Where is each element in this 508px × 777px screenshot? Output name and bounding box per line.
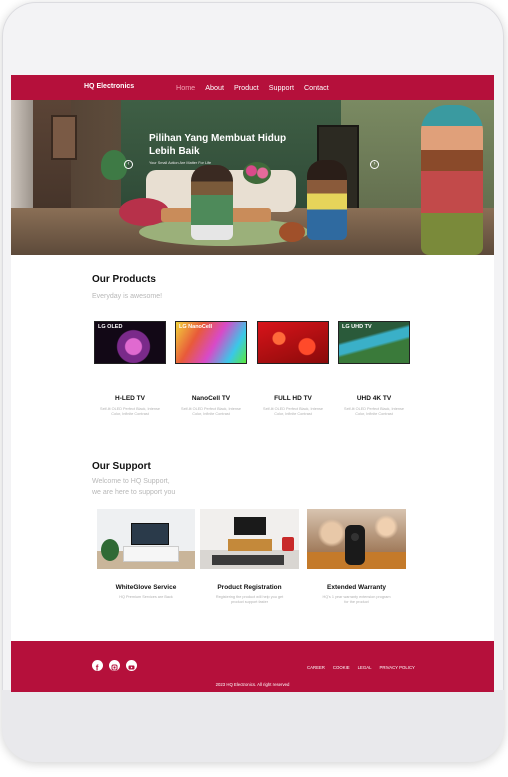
rug-decor — [212, 555, 284, 565]
support-name: Product Registration — [217, 584, 282, 591]
footer-link-career[interactable]: CAREER — [307, 665, 325, 670]
youtube-icon[interactable] — [126, 660, 137, 671]
product-name: FULL HD TV — [274, 395, 312, 402]
tv-brand-label: LG OLED — [98, 324, 123, 330]
tv-on-stand — [131, 523, 169, 545]
chevron-left-icon[interactable]: ‹ — [124, 160, 133, 169]
support-subtitle-line1: Welcome to HQ Support, — [92, 478, 170, 485]
tablet-frame-bottom — [2, 690, 504, 762]
product-description: Self-lit OLED Perfect Black, Intense Col… — [181, 407, 241, 416]
support-name: Extended Warranty — [327, 584, 386, 591]
facebook-icon[interactable]: f — [92, 660, 103, 673]
whiteglove-image — [97, 509, 195, 569]
hero-dog — [279, 222, 305, 242]
support-title: Our Support — [92, 461, 151, 472]
product-description: Self-lit OLED Perfect Black, Intense Col… — [100, 407, 160, 416]
product-description: Self-lit OLED Perfect Black, Intense Col… — [344, 407, 404, 416]
product-card-nanocell[interactable]: LG NanoCell NanoCell TV Self-lit OLED Pe… — [173, 321, 249, 417]
product-card-hled[interactable]: LG OLED H-LED TV Self-lit OLED Perfect B… — [92, 321, 168, 417]
footer-links: CAREER COOKIE LEGAL PRIVACY POLICY — [307, 665, 415, 670]
tv-brand-label: LG NanoCell — [179, 324, 213, 330]
support-description: HQ Premium Services are Back — [119, 595, 173, 599]
hero-window — [51, 115, 77, 160]
remote-button — [351, 533, 359, 541]
nav-link-home[interactable]: Home — [176, 83, 195, 92]
support-name: WhiteGlove Service — [115, 584, 177, 591]
hero-character-boy — [307, 160, 347, 240]
nav-link-product[interactable]: Product — [234, 83, 259, 92]
products-subtitle: Everyday is awesome! — [92, 293, 163, 300]
tv-fullhd-image — [257, 321, 329, 364]
plant-decor — [101, 539, 119, 561]
hero-character-girl — [191, 165, 233, 240]
nav-link-about[interactable]: About — [205, 83, 224, 92]
support-card-warranty[interactable]: Extended Warranty HQ's 1 year warranty e… — [307, 509, 406, 605]
footer-link-privacy-policy[interactable]: PRIVACY POLICY — [380, 665, 415, 670]
chevron-right-icon[interactable]: › — [370, 160, 379, 169]
tv-console — [228, 539, 272, 551]
support-card-whiteglove[interactable]: WhiteGlove Service HQ Premium Services a… — [97, 509, 195, 600]
support-description: Registering the product will help you ge… — [215, 595, 284, 604]
support-description: HQ's 1 year warranty extension program f… — [322, 595, 391, 604]
hero-subtitle: Your Small Action Are Matter For Life — [149, 161, 212, 165]
instagram-icon[interactable] — [109, 660, 120, 671]
top-navbar: HQ Electronics Home About Product Suppor… — [11, 75, 494, 100]
red-chair — [282, 537, 294, 551]
copyright-text: 2023 HQ Electronics. All right reserved — [215, 682, 290, 687]
product-name: H-LED TV — [115, 395, 145, 402]
product-name: UHD 4K TV — [356, 395, 392, 402]
support-card-registration[interactable]: Product Registration Registering the pro… — [200, 509, 299, 605]
site-footer: f CAREER COOKIE LEGAL PRIVACY POLICY 202… — [11, 641, 494, 692]
hero-flowers — [243, 162, 271, 184]
hero-banner: Pilihan Yang Membuat Hidup Lebih Baik Yo… — [11, 100, 494, 255]
tv-cabinet — [123, 546, 179, 562]
hero-character-man — [421, 105, 483, 255]
warranty-image — [307, 509, 406, 569]
website-screen: HQ Electronics Home About Product Suppor… — [11, 75, 494, 692]
product-description: Self-lit OLED Perfect Black, Intense Col… — [263, 407, 323, 416]
registration-image — [200, 509, 299, 569]
nav-link-contact[interactable]: Contact — [304, 83, 329, 92]
remote-control — [345, 525, 365, 565]
tv-uhd-image: LG UHD TV — [338, 321, 410, 364]
hero-curtain — [11, 100, 33, 220]
product-name: NanoCell TV — [191, 395, 231, 402]
tv-nanocell-image: LG NanoCell — [175, 321, 247, 364]
hero-title: Pilihan Yang Membuat Hidup Lebih Baik — [149, 133, 287, 157]
wall-tv — [234, 517, 266, 535]
product-card-uhd[interactable]: LG UHD TV UHD 4K TV Self-lit OLED Perfec… — [336, 321, 412, 417]
product-card-fullhd[interactable]: FULL HD TV Self-lit OLED Perfect Black, … — [255, 321, 331, 417]
footer-link-legal[interactable]: LEGAL — [358, 665, 372, 670]
tv-oled-image: LG OLED — [94, 321, 166, 364]
brand-logo[interactable]: HQ Electronics — [84, 83, 134, 90]
nav-link-support[interactable]: Support — [269, 83, 294, 92]
svg-text:f: f — [96, 664, 99, 673]
nav-links: Home About Product Support Contact — [176, 83, 329, 92]
support-subtitle-line2: we are here to support you — [92, 489, 176, 496]
tv-brand-label: LG UHD TV — [342, 324, 372, 330]
products-title: Our Products — [92, 274, 156, 285]
footer-link-cookie[interactable]: COOKIE — [333, 665, 350, 670]
